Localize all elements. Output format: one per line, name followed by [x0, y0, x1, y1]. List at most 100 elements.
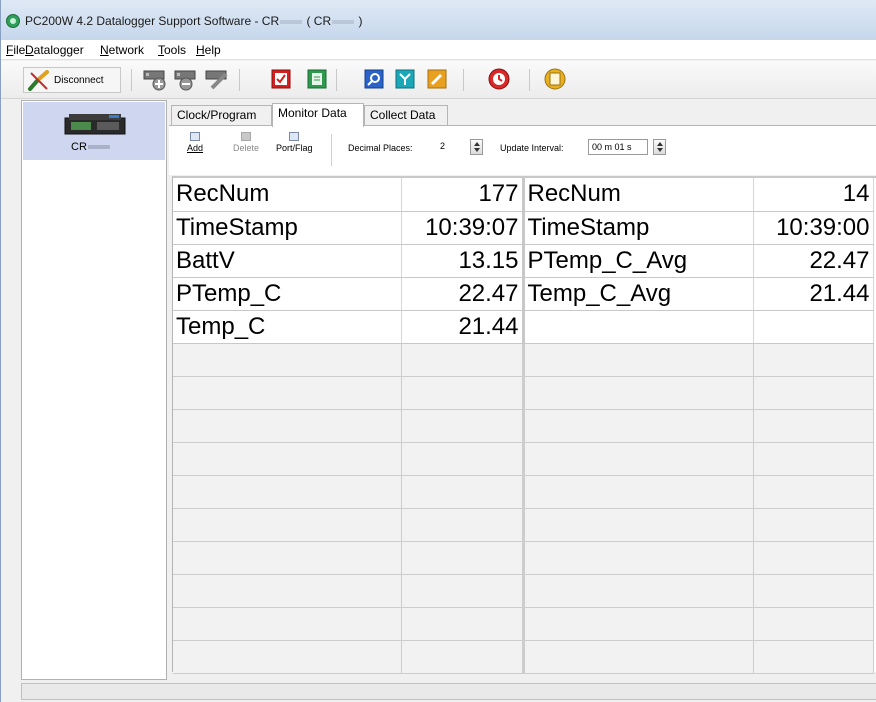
empty-cell[interactable] — [173, 640, 402, 674]
empty-cell[interactable] — [401, 376, 525, 410]
app-window: PC200W 4.2 Datalogger Support Software -… — [0, 0, 876, 702]
field-name-cell[interactable]: RecNum — [173, 178, 402, 212]
empty-cell[interactable] — [173, 343, 402, 377]
port-flag-button[interactable]: Port/Flag — [276, 132, 313, 153]
empty-row — [173, 409, 874, 443]
field-value-cell[interactable]: 10:39:07 — [401, 211, 525, 245]
field-name-cell[interactable]: BattV — [173, 244, 402, 278]
clock-icon[interactable] — [487, 67, 511, 91]
field-value-cell[interactable]: 14 — [753, 178, 874, 212]
notes-icon[interactable] — [543, 67, 567, 91]
field-value-cell[interactable] — [753, 310, 874, 344]
tab-monitor-data[interactable]: Monitor Data — [272, 103, 364, 127]
disconnect-button[interactable]: Disconnect — [23, 67, 121, 93]
field-name-cell[interactable]: Temp_C_Avg — [523, 277, 754, 311]
tab-clock-program[interactable]: Clock/Program — [171, 105, 272, 125]
empty-cell[interactable] — [753, 475, 874, 509]
empty-cell[interactable] — [173, 409, 402, 443]
field-value-cell[interactable]: 10:39:00 — [753, 211, 874, 245]
table-row: BattV 13.15 PTemp_C_Avg 22.47 — [173, 244, 874, 278]
field-name-cell[interactable]: PTemp_C — [173, 277, 402, 311]
delete-button[interactable]: Delete — [233, 132, 259, 153]
update-interval-spinner[interactable] — [653, 139, 666, 155]
checklist-icon[interactable] — [270, 68, 292, 90]
empty-cell[interactable] — [401, 343, 525, 377]
empty-cell[interactable] — [173, 508, 402, 542]
menu-help[interactable]: Help — [196, 43, 221, 57]
field-name-cell[interactable]: PTemp_C_Avg — [523, 244, 754, 278]
data-table: RecNum 177 RecNum 14 TimeStamp 10:39:07 TimeSt… — [173, 178, 874, 674]
field-value-cell[interactable]: 177 — [401, 178, 525, 212]
empty-cell[interactable] — [523, 343, 754, 377]
empty-cell[interactable] — [173, 574, 402, 608]
menu-file[interactable]: File — [6, 43, 25, 57]
edit-icon[interactable] — [426, 68, 448, 90]
field-value-cell[interactable]: 22.47 — [753, 244, 874, 278]
empty-cell[interactable] — [401, 607, 525, 641]
add-datalogger-icon[interactable] — [142, 68, 168, 92]
empty-cell[interactable] — [401, 640, 525, 674]
field-name-cell[interactable]: Temp_C — [173, 310, 402, 344]
field-name-cell[interactable]: RecNum — [523, 178, 754, 212]
toolbar-separator — [529, 69, 530, 91]
empty-cell[interactable] — [401, 442, 525, 476]
decimal-places-spinner[interactable] — [470, 139, 483, 155]
empty-row — [173, 640, 874, 674]
empty-cell[interactable] — [753, 574, 874, 608]
empty-cell[interactable] — [523, 475, 754, 509]
empty-cell[interactable] — [753, 442, 874, 476]
empty-cell[interactable] — [523, 508, 754, 542]
menu-network[interactable]: Network — [100, 43, 144, 57]
add-icon — [190, 132, 200, 141]
empty-row — [173, 574, 874, 608]
empty-cell[interactable] — [173, 475, 402, 509]
menu-datalogger[interactable]: Datalogger — [25, 43, 84, 57]
empty-cell[interactable] — [523, 607, 754, 641]
empty-cell[interactable] — [523, 409, 754, 443]
empty-cell[interactable] — [173, 607, 402, 641]
decimal-places-field[interactable]: 2 — [437, 139, 471, 155]
field-value-cell[interactable]: 22.47 — [401, 277, 525, 311]
file-icon[interactable] — [306, 68, 328, 90]
empty-cell[interactable] — [523, 442, 754, 476]
field-value-cell[interactable]: 21.44 — [753, 277, 874, 311]
empty-cell[interactable] — [523, 640, 754, 674]
toolbar-separator — [336, 69, 337, 91]
empty-cell[interactable] — [173, 442, 402, 476]
field-name-cell[interactable]: TimeStamp — [523, 211, 754, 245]
empty-cell[interactable] — [523, 376, 754, 410]
empty-cell[interactable] — [753, 640, 874, 674]
field-value-cell[interactable]: 13.15 — [401, 244, 525, 278]
empty-cell[interactable] — [753, 376, 874, 410]
empty-cell[interactable] — [753, 541, 874, 575]
empty-row — [173, 607, 874, 641]
tab-collect-data[interactable]: Collect Data — [364, 105, 448, 125]
empty-cell[interactable] — [401, 574, 525, 608]
table-row: TimeStamp 10:39:07 TimeStamp 10:39:00 — [173, 211, 874, 245]
empty-cell[interactable] — [401, 409, 525, 443]
remove-datalogger-icon[interactable] — [173, 68, 199, 92]
empty-cell[interactable] — [173, 376, 402, 410]
empty-cell[interactable] — [173, 541, 402, 575]
empty-cell[interactable] — [523, 541, 754, 575]
station-item[interactable]: CR — [23, 102, 165, 160]
toolbar-separator — [463, 69, 464, 91]
update-interval-field[interactable]: 00 m 01 s — [588, 139, 648, 155]
empty-cell[interactable] — [401, 475, 525, 509]
setup-icon[interactable] — [204, 68, 230, 92]
empty-cell[interactable] — [753, 409, 874, 443]
field-name-cell[interactable] — [523, 310, 754, 344]
field-name-cell[interactable]: TimeStamp — [173, 211, 402, 245]
empty-cell[interactable] — [753, 607, 874, 641]
network-icon[interactable] — [394, 68, 416, 90]
add-button[interactable]: Add — [187, 132, 203, 153]
empty-cell[interactable] — [401, 541, 525, 575]
empty-cell[interactable] — [753, 508, 874, 542]
empty-cell[interactable] — [753, 343, 874, 377]
menu-tools[interactable]: Tools — [158, 43, 186, 57]
empty-cell[interactable] — [523, 574, 754, 608]
monitor-options: Add Delete Port/Flag Decimal Places: 2 U… — [169, 125, 876, 175]
field-value-cell[interactable]: 21.44 — [401, 310, 525, 344]
empty-cell[interactable] — [401, 508, 525, 542]
search-icon[interactable] — [363, 68, 385, 90]
